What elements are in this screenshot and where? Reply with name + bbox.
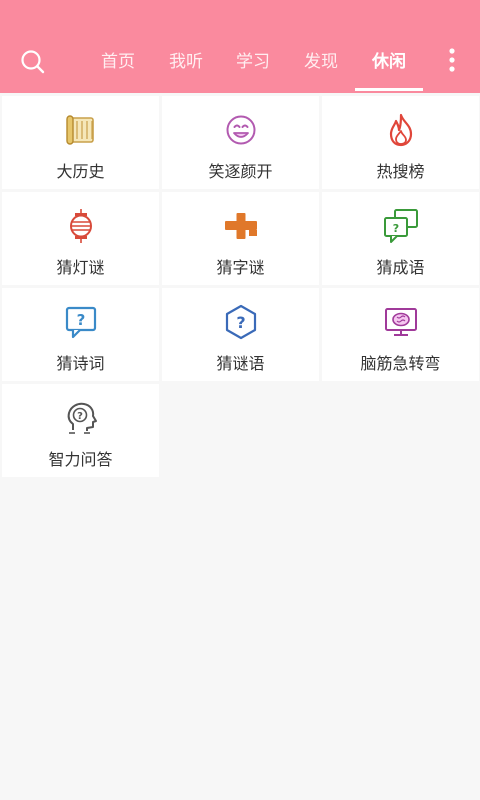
grid-item-brain-teaser[interactable]: 脑筋急转弯 [322, 288, 479, 381]
grid-item-quiz[interactable]: ? 智力问答 [2, 384, 159, 477]
grid-item-character-riddle[interactable]: 猜字谜 [162, 192, 319, 285]
svg-text:?: ? [236, 313, 245, 332]
head-question-icon: ? [67, 402, 97, 434]
tab-leisure[interactable]: 休闲 [363, 48, 415, 76]
brain-monitor-icon [385, 308, 417, 336]
grid-item-history[interactable]: 大历史 [2, 96, 159, 189]
svg-text:?: ? [77, 411, 83, 422]
flame-icon [389, 113, 413, 147]
grid-item-label: 猜字谜 [216, 258, 265, 277]
grid-item-label: 猜诗词 [56, 354, 105, 373]
speech-question-icon: ? [65, 306, 97, 339]
grid-item-label: 笑逐颜开 [208, 162, 273, 181]
grid-item-riddle-guess[interactable]: ? 猜谜语 [162, 288, 319, 381]
grid-item-jokes[interactable]: 笑逐颜开 [162, 96, 319, 189]
smiley-icon [226, 115, 256, 145]
lantern-icon [70, 209, 92, 243]
grid-item-label: 热搜榜 [376, 162, 425, 181]
grid-item-lantern-riddle[interactable]: 猜灯谜 [2, 192, 159, 285]
grid-item-poetry-guess[interactable]: ? 猜诗词 [2, 288, 159, 381]
tab-listen[interactable]: 我听 [160, 48, 212, 76]
hexagon-question-icon: ? [225, 304, 257, 340]
grid-item-label: 脑筋急转弯 [360, 354, 441, 373]
tab-home[interactable]: 首页 [92, 48, 144, 76]
grid-item-idiom-guess[interactable]: ? 猜成语 [322, 192, 479, 285]
scroll-icon [66, 115, 94, 145]
grid-item-label: 大历史 [56, 162, 105, 181]
active-tab-indicator [355, 88, 423, 91]
search-icon[interactable] [20, 49, 46, 75]
tab-discover[interactable]: 发现 [295, 48, 347, 76]
grid-item-label: 猜谜语 [216, 354, 265, 373]
grid-item-label: 猜灯谜 [56, 258, 105, 277]
grid-item-label: 猜成语 [376, 258, 425, 277]
grid-item-hot-search[interactable]: 热搜榜 [322, 96, 479, 189]
chat-question-icon: ? [384, 209, 418, 243]
cross-puzzle-icon [225, 213, 257, 239]
top-bar: 首页 我听 学习 发现 休闲 [0, 0, 480, 93]
tab-study[interactable]: 学习 [227, 48, 279, 76]
svg-text:?: ? [393, 222, 399, 235]
svg-text:?: ? [77, 311, 86, 329]
more-vertical-icon[interactable] [440, 46, 464, 76]
grid-item-label: 智力问答 [48, 450, 113, 469]
